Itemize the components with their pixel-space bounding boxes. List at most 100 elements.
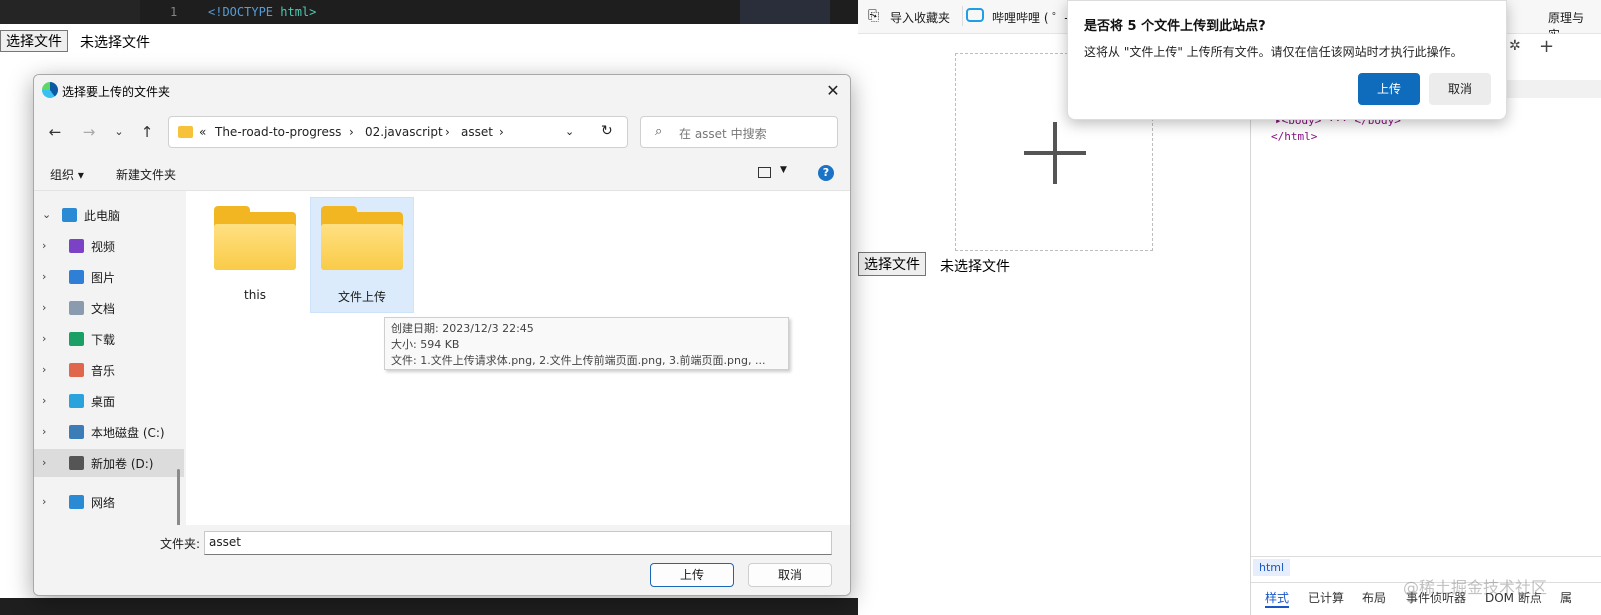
bug-icon[interactable]: ✲: [1509, 38, 1521, 54]
folder-info-tooltip: 创建日期: 2023/12/3 22:45 大小: 594 KB 文件: 1.文…: [384, 317, 789, 370]
permission-title: 是否将 5 个文件上传到此站点?: [1084, 19, 1266, 34]
tree-chevron-icon[interactable]: ›: [42, 301, 46, 314]
pc-icon: [62, 208, 77, 222]
code-tag: html>: [280, 5, 317, 19]
tree-chevron-icon[interactable]: ›: [42, 332, 46, 345]
choose-file-button-left[interactable]: 选择文件: [0, 30, 68, 52]
folder-name: 文件上传: [337, 290, 386, 304]
tree-chevron-icon[interactable]: ›: [42, 239, 46, 252]
tree-item[interactable]: › 新加卷 (D:): [34, 449, 184, 477]
picture-icon: [69, 270, 84, 284]
dialog-titlebar[interactable]: 选择要上传的文件夹 ✕: [34, 75, 850, 107]
permission-upload-button[interactable]: 上传: [1358, 73, 1420, 105]
tree-item-label: 桌面: [91, 395, 116, 409]
download-icon: [69, 332, 84, 346]
tab-properties[interactable]: 属: [1560, 589, 1572, 606]
tree-item-label: 新加卷 (D:): [91, 457, 154, 471]
import-favorites-icon: ⎘: [868, 8, 880, 24]
tree-item-label: 本地磁盘 (C:): [91, 426, 165, 440]
tree-item[interactable]: › 音乐: [34, 356, 184, 384]
folder-name-input[interactable]: asset: [204, 531, 832, 555]
editor-code-line[interactable]: <!DOCTYPE html>: [208, 5, 316, 19]
tab-layout[interactable]: 布局: [1362, 589, 1386, 606]
upload-permission-popup: 是否将 5 个文件上传到此站点? 这将从 "文件上传" 上传所有文件。请仅在信任…: [1067, 0, 1507, 120]
refresh-icon[interactable]: ↻: [601, 123, 613, 139]
tab-computed[interactable]: 已计算: [1308, 589, 1344, 606]
breadcrumb-separator[interactable]: ›: [499, 125, 504, 139]
tree-chevron-icon[interactable]: ›: [42, 394, 46, 407]
tree-item[interactable]: › 网络: [34, 488, 184, 516]
edge-browser-icon: [42, 82, 58, 98]
network-icon: [69, 495, 84, 509]
upload-button[interactable]: 上传: [650, 563, 734, 587]
watermark: @稀土掘金技术社区: [1403, 578, 1548, 597]
permission-message: 这将从 "文件上传" 上传所有文件。请仅在信任该网站时才执行此操作。: [1084, 45, 1463, 59]
choose-file-button-right[interactable]: 选择文件: [858, 252, 926, 276]
tree-item-label: 视频: [91, 240, 116, 254]
code-editor-strip: 1 <!DOCTYPE html>: [0, 0, 858, 24]
tree-chevron-icon[interactable]: ›: [42, 270, 46, 283]
folder-icon: [321, 224, 403, 270]
dialog-toolbar: 组织 ▾ 新建文件夹 ▼ ?: [34, 157, 850, 191]
tree-item-label: 音乐: [91, 364, 116, 378]
cancel-button[interactable]: 取消: [748, 563, 832, 587]
folder-item-this[interactable]: this: [204, 198, 306, 312]
tab-styles[interactable]: 样式: [1265, 589, 1290, 608]
organize-menu[interactable]: 组织 ▾: [50, 166, 84, 183]
recent-locations-chevron-icon[interactable]: ⌄: [108, 121, 130, 143]
tree-chevron-icon[interactable]: ›: [42, 363, 46, 376]
editor-gutter: [0, 0, 140, 24]
tree-item[interactable]: › 本地磁盘 (C:): [34, 418, 184, 446]
help-icon[interactable]: ?: [818, 165, 834, 181]
view-dropdown-chevron-icon[interactable]: ▼: [780, 165, 787, 175]
editor-minimap[interactable]: [740, 0, 830, 24]
breadcrumb-overflow[interactable]: «: [199, 125, 206, 139]
search-box[interactable]: ⌕ 在 asset 中搜索: [640, 116, 838, 148]
tree-item[interactable]: › 桌面: [34, 387, 184, 415]
dialog-title: 选择要上传的文件夹: [62, 85, 171, 99]
close-icon[interactable]: ✕: [822, 81, 844, 101]
drive-d-icon: [69, 456, 84, 470]
no-file-text-left: 未选择文件: [80, 34, 150, 50]
forward-arrow-icon[interactable]: →: [78, 121, 100, 143]
editor-line-number: 1: [170, 5, 178, 19]
view-mode-icon[interactable]: [758, 167, 771, 178]
folder-item-upload[interactable]: 文件上传: [310, 197, 414, 313]
up-arrow-icon[interactable]: ↑: [136, 121, 158, 143]
breadcrumb-item[interactable]: The-road-to-progress: [215, 125, 341, 139]
tree-item[interactable]: ⌄ 此电脑: [34, 201, 184, 229]
tree-item-label: 文档: [91, 302, 116, 316]
tree-chevron-icon[interactable]: ›: [42, 495, 46, 508]
breadcrumb-separator[interactable]: ›: [349, 125, 354, 139]
music-icon: [69, 363, 84, 377]
tree-item[interactable]: › 图片: [34, 263, 184, 291]
breadcrumb-item[interactable]: 02.javascript: [365, 125, 443, 139]
desktop-icon: [69, 394, 84, 408]
import-favorites-link[interactable]: 导入收藏夹: [890, 9, 950, 26]
tree-item[interactable]: › 下载: [34, 325, 184, 353]
dom-html-close[interactable]: </html>: [1271, 130, 1317, 143]
tree-item[interactable]: › 文档: [34, 294, 184, 322]
tree-chevron-icon[interactable]: ›: [42, 456, 46, 469]
breadcrumb-separator[interactable]: ›: [445, 125, 450, 139]
no-file-text-right: 未选择文件: [940, 258, 1010, 274]
permission-cancel-button[interactable]: 取消: [1429, 73, 1491, 105]
tree-chevron-icon[interactable]: ⌄: [42, 208, 51, 221]
folder-name: this: [244, 288, 266, 302]
address-dropdown-chevron-icon[interactable]: ⌄: [565, 125, 574, 138]
navigation-tree: ⌄ 此电脑 › 视频 › 图片 › 文档 › 下载 › 音乐 › 桌面 › 本地磁盘 (C:) › 新加卷 (D:…: [34, 191, 186, 595]
new-folder-button[interactable]: 新建文件夹: [116, 166, 176, 183]
tree-chevron-icon[interactable]: ›: [42, 425, 46, 438]
video-icon: [69, 239, 84, 253]
breadcrumb-item[interactable]: asset: [461, 125, 493, 139]
address-bar[interactable]: « The-road-to-progress › 02.javascript ›…: [168, 116, 628, 148]
add-tab-icon[interactable]: +: [1539, 36, 1554, 57]
folder-field-label: 文件夹:: [160, 537, 201, 551]
dom-breadcrumb-html[interactable]: html: [1253, 559, 1291, 576]
folder-icon: [214, 224, 296, 270]
taskbar-strip: [0, 598, 858, 615]
tooltip-created-date: 创建日期: 2023/12/3 22:45: [391, 322, 534, 335]
bilibili-link[interactable]: 哔哩哔哩 ( ゜-: [992, 9, 1069, 26]
tree-item[interactable]: › 视频: [34, 232, 184, 260]
back-arrow-icon[interactable]: ←: [44, 121, 66, 143]
